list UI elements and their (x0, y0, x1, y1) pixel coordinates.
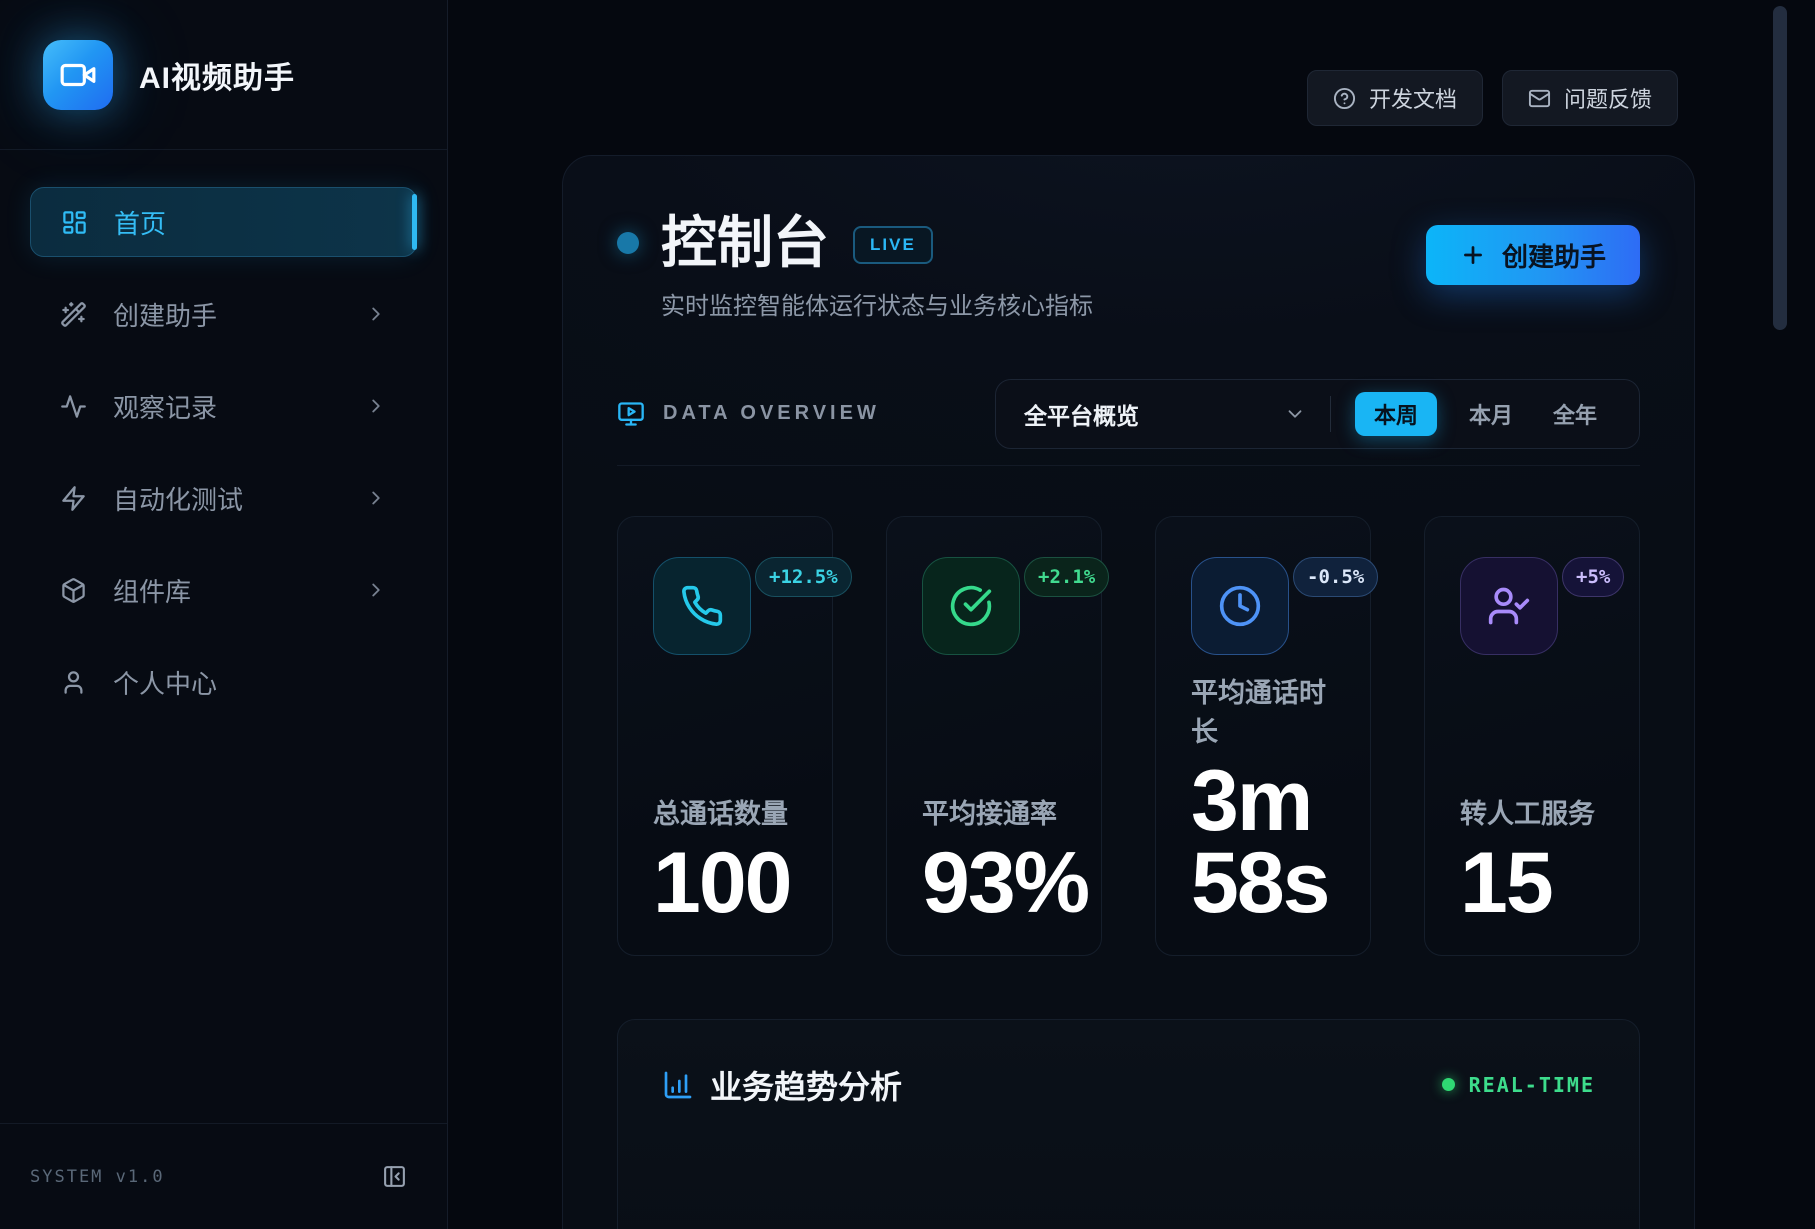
chevron-right-icon (365, 579, 387, 601)
phone-icon (653, 557, 751, 655)
platform-selector: 全平台概览 本周 本月 全年 (995, 379, 1640, 449)
realtime-label: REAL-TIME (1469, 1073, 1595, 1097)
plus-icon (1460, 242, 1486, 268)
stat-label: 平均接通率 (922, 792, 1081, 831)
sidebar-footer: SYSTEM v1.0 (0, 1123, 447, 1229)
stat-label: 总通话数量 (653, 792, 812, 831)
sidebar-item-label: 首页 (114, 204, 166, 241)
video-camera-icon (59, 56, 97, 94)
dev-docs-label: 开发文档 (1369, 82, 1457, 114)
stat-value: 3m58s (1191, 761, 1350, 924)
help-circle-icon (1333, 87, 1356, 110)
circle-check-icon (922, 557, 1020, 655)
box-icon (60, 577, 87, 604)
stat-value: 15 (1460, 843, 1619, 925)
stat-value: 93% (922, 843, 1081, 925)
realtime-status: REAL-TIME (1442, 1073, 1595, 1097)
tab-month[interactable]: 本月 (1461, 398, 1521, 430)
trend-title: 业务趋势分析 (710, 1062, 902, 1108)
stat-value: 100 (653, 843, 812, 925)
trend-badge: -0.5% (1293, 557, 1378, 597)
stat-label: 平均通话时长 (1191, 671, 1350, 749)
green-dot-icon (1442, 1078, 1455, 1091)
feedback-label: 问题反馈 (1564, 82, 1652, 114)
live-badge: LIVE (853, 226, 933, 264)
trend-badge: +12.5% (755, 557, 852, 597)
create-assistant-button[interactable]: 创建助手 (1426, 225, 1640, 285)
platform-selector-value[interactable]: 全平台概览 (1024, 397, 1139, 431)
console-title-block: 控制台 LIVE 实时监控智能体运行状态与业务核心指标 (661, 212, 1093, 321)
tab-year[interactable]: 全年 (1545, 398, 1605, 430)
monitor-play-icon (617, 400, 645, 428)
sidebar-item-label: 组件库 (113, 572, 191, 609)
scrollbar-thumb[interactable] (1773, 6, 1787, 330)
sidebar-item-automation-test[interactable]: 自动化测试 (30, 463, 417, 533)
page-title: 控制台 (661, 212, 829, 274)
sidebar: AI视频助手 首页 创建助手 观察记录 (0, 0, 448, 1229)
sidebar-item-component-library[interactable]: 组件库 (30, 555, 417, 625)
stat-card-answer-rate: +2.1% 平均接通率 93% (886, 516, 1102, 956)
chevron-right-icon (365, 303, 387, 325)
trend-badge: +5% (1562, 557, 1624, 597)
stat-label: 转人工服务 (1460, 792, 1619, 831)
divider (1330, 396, 1331, 432)
data-overview-heading: DATA OVERVIEW (617, 400, 880, 428)
wand-icon (60, 301, 87, 328)
mail-icon (1528, 87, 1551, 110)
clock-icon (1191, 557, 1289, 655)
trend-analysis-card: 业务趋势分析 REAL-TIME (617, 1019, 1640, 1229)
sidebar-item-observation-log[interactable]: 观察记录 (30, 371, 417, 441)
status-dot (617, 232, 639, 254)
bar-chart-icon (662, 1069, 694, 1101)
app-logo (43, 40, 113, 110)
divider (617, 465, 1640, 466)
feedback-button[interactable]: 问题反馈 (1502, 70, 1678, 126)
sidebar-item-label: 创建助手 (113, 296, 217, 333)
sidebar-item-create-assistant[interactable]: 创建助手 (30, 279, 417, 349)
tab-week[interactable]: 本周 (1355, 392, 1437, 436)
stat-card-total-calls: +12.5% 总通话数量 100 (617, 516, 833, 956)
console-header: 控制台 LIVE 实时监控智能体运行状态与业务核心指标 创建助手 (617, 212, 1640, 321)
sidebar-item-home[interactable]: 首页 (30, 187, 417, 257)
user-icon (60, 669, 87, 696)
chevron-right-icon (365, 395, 387, 417)
app-title: AI视频助手 (139, 53, 295, 97)
create-assistant-label: 创建助手 (1502, 237, 1606, 274)
trend-badge: +2.1% (1024, 557, 1109, 597)
activity-icon (60, 393, 87, 420)
stat-card-human-transfer: +5% 转人工服务 15 (1424, 516, 1640, 956)
sidebar-nav: 首页 创建助手 观察记录 自动化测试 (0, 150, 447, 1123)
console-panel: 控制台 LIVE 实时监控智能体运行状态与业务核心指标 创建助手 DATA OV… (562, 155, 1695, 1229)
page-subtitle: 实时监控智能体运行状态与业务核心指标 (661, 286, 1093, 321)
dev-docs-button[interactable]: 开发文档 (1307, 70, 1483, 126)
dashboard-icon (61, 209, 88, 236)
user-check-icon (1460, 557, 1558, 655)
topbar: 开发文档 问题反馈 (1307, 70, 1678, 126)
chevron-right-icon (365, 487, 387, 509)
chevron-down-icon[interactable] (1284, 403, 1306, 425)
zap-icon (60, 485, 87, 512)
sidebar-header: AI视频助手 (0, 0, 447, 150)
stat-card-avg-duration: -0.5% 平均通话时长 3m58s (1155, 516, 1371, 956)
sidebar-item-label: 观察记录 (113, 388, 217, 425)
stats-row: +12.5% 总通话数量 100 +2.1% 平均接通率 93% -0.5% (617, 516, 1640, 956)
sidebar-item-label: 个人中心 (113, 664, 217, 701)
time-range-tabs: 本周 本月 全年 (1355, 392, 1605, 436)
data-overview-row: DATA OVERVIEW 全平台概览 本周 本月 全年 (617, 379, 1640, 449)
collapse-sidebar-button[interactable] (382, 1164, 407, 1189)
system-version: SYSTEM v1.0 (30, 1167, 165, 1187)
sidebar-item-personal-center[interactable]: 个人中心 (30, 647, 417, 717)
sidebar-item-label: 自动化测试 (113, 480, 243, 517)
data-overview-label: DATA OVERVIEW (663, 402, 880, 425)
